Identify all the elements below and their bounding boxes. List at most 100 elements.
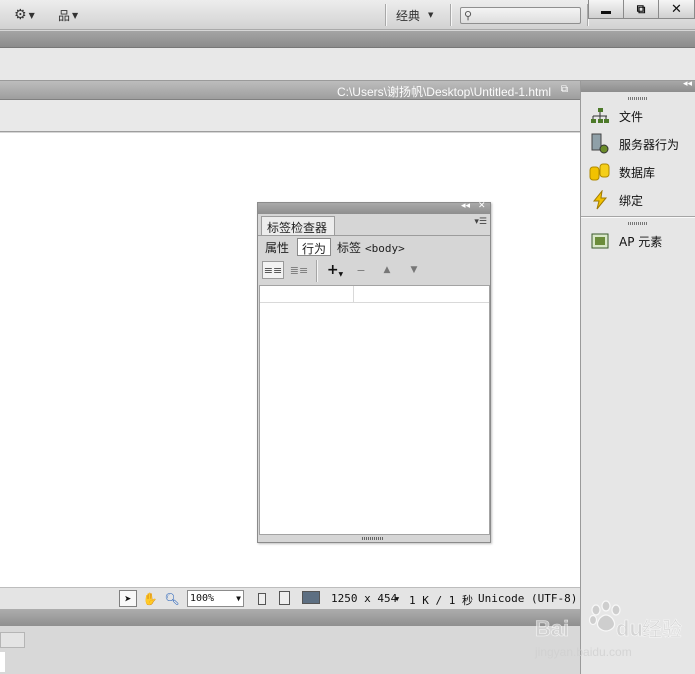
close-button[interactable]: ✕	[658, 0, 695, 19]
tab-divider	[258, 235, 490, 236]
magnifier-icon: 🔍︎	[164, 591, 180, 606]
collapse-icon[interactable]: ◂◂	[683, 79, 692, 89]
sitemap-icon: 品	[58, 8, 71, 23]
toolbar-divider	[450, 4, 451, 26]
panel-grip[interactable]	[628, 222, 648, 225]
download-size-time: 1 K / 1 秒	[409, 594, 473, 607]
panel-item-label: AP 元素	[619, 234, 663, 249]
chevron-down-icon: ▼	[236, 594, 241, 603]
panel-item-server-behaviors[interactable]: 服务器行为	[589, 132, 679, 156]
status-bar: ➤ ✋ 🔍︎ 100% ▼ 1250 x 454 ▼ 1 K / 1 秒 Uni…	[0, 587, 580, 609]
panel-divider	[581, 216, 695, 217]
properties-field[interactable]	[0, 632, 25, 648]
files-icon	[589, 105, 611, 127]
minimize-icon	[601, 10, 611, 14]
insert-bar-header	[0, 31, 695, 48]
server-behaviors-icon	[589, 133, 611, 155]
tab-label: 标签检查器	[267, 221, 328, 235]
zoom-select[interactable]: 100% ▼	[187, 590, 244, 607]
panel-item-bindings[interactable]: 绑定	[589, 188, 643, 212]
behaviors-grid[interactable]	[259, 285, 490, 535]
workspace-switcher[interactable]: 经典 ▼	[396, 6, 433, 24]
chevron-down-icon[interactable]: ▼	[395, 595, 399, 603]
restore-document-icon[interactable]: ⧉	[561, 84, 568, 95]
toolbar-divider	[316, 260, 317, 282]
list-view-icon: ≡≡	[263, 263, 283, 277]
tablet-size-icon[interactable]	[279, 591, 290, 605]
document-toolbar	[0, 100, 580, 132]
panel-item-databases[interactable]: 数据库	[589, 160, 655, 184]
arrow-down-icon: ▼	[410, 265, 418, 275]
bindings-icon	[589, 189, 611, 211]
panel-item-label: 绑定	[619, 193, 644, 208]
behaviors-label: 行为	[302, 242, 327, 256]
ap-elements-icon	[589, 230, 611, 252]
collapse-icon[interactable]: ◂◂	[461, 201, 470, 211]
gear-icon: ⚙	[14, 7, 27, 23]
encoding-label: Unicode (UTF-8)	[478, 592, 578, 605]
close-icon: ✕	[671, 1, 682, 17]
grid-header-row	[260, 286, 489, 303]
show-all-events-button[interactable]: ≣≡	[288, 261, 310, 279]
hand-icon: ✋	[142, 591, 158, 606]
chevron-down-icon: ▼	[338, 270, 344, 278]
properties-panel	[0, 626, 580, 674]
add-behavior-button[interactable]: + ▼	[324, 261, 346, 279]
caret-down-icon: ▼	[428, 11, 434, 19]
window-size[interactable]: 1250 x 454	[331, 592, 397, 605]
selected-tag: 标签 <body>	[337, 239, 405, 256]
chevron-down-icon: ▼	[28, 10, 35, 20]
restore-button[interactable]: ⧉	[623, 0, 659, 19]
tab-tag-inspector[interactable]: 标签检查器	[261, 216, 335, 235]
help-search-input[interactable]: ⚲	[460, 7, 581, 24]
panel-item-label: 数据库	[619, 165, 656, 180]
panel-item-ap-elements[interactable]: AP 元素	[589, 229, 662, 253]
arrow-up-icon: ▲	[383, 265, 391, 275]
plus-icon: +	[326, 262, 339, 278]
database-icon	[589, 161, 611, 183]
move-up-button[interactable]: ▲	[376, 261, 398, 279]
application-bar: ⚙ ▼ 品 ▼ 经典 ▼ ⚲ ⧉ ✕	[0, 0, 695, 30]
hand-tool[interactable]: ✋	[141, 590, 159, 607]
panel-item-label: 文件	[619, 109, 644, 124]
insert-bar	[0, 48, 695, 81]
phone-size-icon[interactable]	[258, 593, 266, 605]
search-icon: ⚲	[464, 9, 473, 22]
workspace-label: 经典	[396, 8, 421, 23]
pointer-icon: ➤	[124, 591, 132, 606]
column-divider[interactable]	[353, 286, 354, 303]
panel-dock: ◂◂ 文件 服务器行为 数据库 绑定 AP 元素	[580, 79, 695, 674]
attributes-button[interactable]: 属性	[261, 238, 293, 256]
show-set-events-button[interactable]: ≡≡	[262, 261, 284, 279]
inspector-titlebar[interactable]: ◂◂ ✕	[258, 201, 490, 214]
desktop-size-icon[interactable]	[302, 591, 320, 604]
chevron-down-icon: ▼	[72, 10, 79, 20]
move-down-button[interactable]: ▼	[403, 261, 425, 279]
select-tool[interactable]: ➤	[119, 590, 137, 607]
restore-icon: ⧉	[636, 1, 646, 16]
site-menu-button[interactable]: 品 ▼	[58, 6, 78, 24]
properties-input[interactable]	[0, 652, 5, 672]
settings-menu-button[interactable]: ⚙ ▼	[14, 6, 35, 24]
resize-grip[interactable]	[362, 537, 384, 540]
document-titlebar: C:\Users\谢扬帆\Desktop\Untitled-1.html ⧉	[0, 81, 580, 100]
category-view-icon: ≣≡	[289, 263, 309, 277]
remove-behavior-button[interactable]: −	[350, 261, 372, 279]
behaviors-button[interactable]: 行为	[297, 238, 332, 256]
panel-item-label: 服务器行为	[619, 137, 680, 152]
zoom-tool[interactable]: 🔍︎	[163, 590, 181, 607]
document-path: C:\Users\谢扬帆\Desktop\Untitled-1.html	[336, 85, 551, 99]
panel-options-icon[interactable]: ▾☰	[474, 217, 487, 227]
minimize-button[interactable]	[588, 0, 624, 19]
tag-label: 标签	[337, 241, 362, 255]
close-icon[interactable]: ✕	[478, 201, 486, 211]
minus-icon: −	[356, 263, 366, 277]
panel-grip[interactable]	[628, 97, 648, 100]
tag-inspector-panel: ◂◂ ✕ 标签检查器 ▾☰ 属性 行为 标签 <body> ≡≡ ≣≡ + ▼ − …	[257, 201, 491, 543]
tag-name: <body>	[365, 242, 405, 255]
zoom-value: 100%	[190, 593, 215, 604]
panel-item-files[interactable]: 文件	[589, 104, 643, 128]
panel-dock-header: ◂◂	[581, 79, 695, 92]
attributes-label: 属性	[265, 241, 290, 255]
toolbar-divider	[385, 4, 386, 26]
